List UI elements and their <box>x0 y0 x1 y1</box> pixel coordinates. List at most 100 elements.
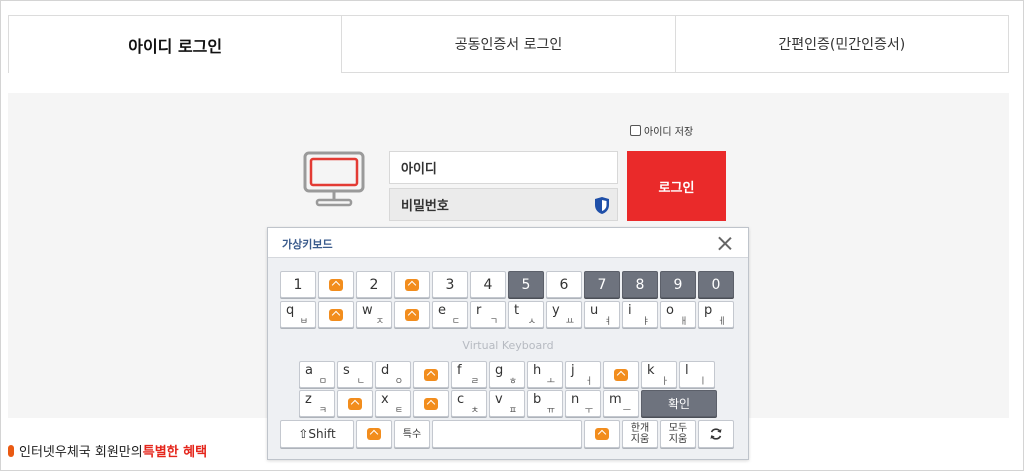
shield-icon[interactable] <box>594 196 610 215</box>
key-k[interactable]: kㅏ <box>641 361 677 388</box>
save-id-checkbox[interactable] <box>630 125 641 136</box>
delete-one-label-line1: 한개 <box>630 423 650 434</box>
key-hangul: ㅡ <box>622 406 631 416</box>
key-hangul: ㅣ <box>698 377 707 387</box>
key-e[interactable]: eㄷ <box>432 301 468 328</box>
shuffle-key[interactable] <box>318 301 354 328</box>
key-hangul: ㅜ <box>584 406 593 416</box>
key-latin: o <box>666 303 674 318</box>
key-digit-4[interactable]: 4 <box>470 271 506 298</box>
key-latin: g <box>495 363 504 378</box>
refresh-key[interactable] <box>698 420 734 448</box>
key-digit-7[interactable]: 7 <box>584 271 620 298</box>
key-hangul: ㅋ <box>318 406 327 416</box>
delete-all-label-line1: 모두 <box>668 423 688 434</box>
key-t[interactable]: tㅅ <box>508 301 544 328</box>
key-l[interactable]: lㅣ <box>679 361 715 388</box>
shuffle-key[interactable] <box>603 361 639 388</box>
key-j[interactable]: jㅓ <box>565 361 601 388</box>
key-latin: d <box>381 363 390 378</box>
key-v[interactable]: vㅍ <box>489 390 525 417</box>
id-input[interactable]: 아이디 <box>389 151 618 184</box>
key-digit-1[interactable]: 1 <box>280 271 316 298</box>
key-q[interactable]: qㅂ <box>280 301 316 328</box>
key-latin: y <box>552 303 560 318</box>
save-id-option[interactable]: 아이디 저장 <box>630 123 693 138</box>
virtual-keyboard-header: 가상키보드 <box>268 228 748 258</box>
key-hangul: ㅐ <box>679 317 688 327</box>
key-z[interactable]: zㅋ <box>299 390 335 417</box>
key-hangul: ㄹ <box>470 377 479 387</box>
shuffle-key[interactable] <box>318 271 354 298</box>
key-r[interactable]: rㄱ <box>470 301 506 328</box>
key-g[interactable]: gㅎ <box>489 361 525 388</box>
shift-key[interactable]: ⇧Shift <box>280 420 354 448</box>
key-digit-8[interactable]: 8 <box>622 271 658 298</box>
delete-one-label-line2: 지움 <box>630 434 650 445</box>
key-y[interactable]: yㅛ <box>546 301 582 328</box>
key-latin: w <box>362 303 373 318</box>
key-h[interactable]: hㅗ <box>527 361 563 388</box>
key-latin: k <box>647 363 655 378</box>
key-digit-9[interactable]: 9 <box>660 271 696 298</box>
tab-simple-auth[interactable]: 간편인증(민간인증서) <box>675 15 1009 73</box>
shuffle-key[interactable] <box>584 420 620 448</box>
delete-one-key[interactable]: 한개 지움 <box>622 420 658 448</box>
footer-text: 인터넷우체국 회원만의 <box>19 445 143 460</box>
key-hangul: ㅇ <box>394 377 403 387</box>
shuffle-badge-icon <box>424 368 438 381</box>
password-placeholder: 비밀번호 <box>401 199 449 214</box>
key-s[interactable]: sㄴ <box>337 361 373 388</box>
key-a[interactable]: aㅁ <box>299 361 335 388</box>
key-b[interactable]: bㅠ <box>527 390 563 417</box>
shuffle-key[interactable] <box>394 301 430 328</box>
key-latin: p <box>704 303 713 318</box>
shuffle-badge-icon <box>405 278 419 291</box>
shuffle-key[interactable] <box>413 361 449 388</box>
key-latin: u <box>590 303 599 318</box>
key-digit-5[interactable]: 5 <box>508 271 544 298</box>
key-hangul: ㅍ <box>508 406 517 416</box>
tab-certificate-login[interactable]: 공동인증서 로그인 <box>342 15 676 73</box>
key-latin: n <box>571 392 580 407</box>
key-c[interactable]: cㅊ <box>451 390 487 417</box>
key-u[interactable]: uㅕ <box>584 301 620 328</box>
key-digit-0[interactable]: 0 <box>698 271 734 298</box>
key-hangul: ㅁ <box>318 377 327 387</box>
key-w[interactable]: wㅈ <box>356 301 392 328</box>
shuffle-badge-icon <box>595 428 609 440</box>
key-latin: j <box>571 363 575 378</box>
shuffle-key[interactable] <box>356 420 392 448</box>
key-m[interactable]: mㅡ <box>603 390 639 417</box>
tab-id-login[interactable]: 아이디 로그인 <box>8 15 343 73</box>
key-hangul: ㅛ <box>565 317 574 327</box>
key-f[interactable]: fㄹ <box>451 361 487 388</box>
key-n[interactable]: nㅜ <box>565 390 601 417</box>
key-hangul: ㅠ <box>546 406 555 416</box>
shuffle-key[interactable] <box>337 390 373 417</box>
confirm-key[interactable]: 확인 <box>641 390 717 417</box>
key-i[interactable]: iㅑ <box>622 301 658 328</box>
special-chars-key[interactable]: 특수 <box>394 420 430 448</box>
key-latin: l <box>685 363 689 378</box>
key-hangul: ㄱ <box>489 317 498 327</box>
key-digit-3[interactable]: 3 <box>432 271 468 298</box>
shuffle-key[interactable] <box>413 390 449 417</box>
delete-all-key[interactable]: 모두 지움 <box>660 420 696 448</box>
shuffle-badge-icon <box>614 368 628 381</box>
key-latin: e <box>438 303 446 318</box>
key-x[interactable]: xㅌ <box>375 390 411 417</box>
virtual-keyboard: 가상키보드 Virtual Keyboard 1234567890qㅂwㅈeㄷr… <box>267 227 749 460</box>
key-p[interactable]: pㅔ <box>698 301 734 328</box>
key-o[interactable]: oㅐ <box>660 301 696 328</box>
space-key[interactable] <box>432 420 582 448</box>
key-hangul: ㅑ <box>641 317 650 327</box>
delete-all-label-line2: 지움 <box>668 434 688 445</box>
shuffle-key[interactable] <box>394 271 430 298</box>
key-d[interactable]: dㅇ <box>375 361 411 388</box>
key-digit-2[interactable]: 2 <box>356 271 392 298</box>
password-input[interactable]: 비밀번호 <box>389 188 618 221</box>
close-icon[interactable] <box>718 236 732 250</box>
key-digit-6[interactable]: 6 <box>546 271 582 298</box>
login-button[interactable]: 로그인 <box>627 151 726 221</box>
